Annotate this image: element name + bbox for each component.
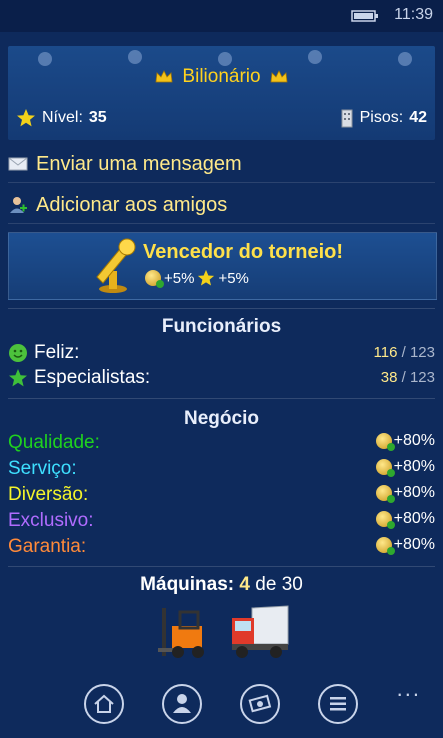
- machines-title: Máquinas: 4 de 30: [0, 574, 443, 596]
- machines-count: 4: [239, 574, 250, 595]
- rank-title-row: Bilionário: [8, 66, 435, 88]
- separator: /: [401, 369, 406, 386]
- send-message-label: Enviar uma mensagem: [36, 152, 242, 175]
- truck-icon[interactable]: [230, 604, 290, 662]
- business-row: Diversão: +80%: [8, 484, 435, 508]
- tournament-card: Vencedor do torneio! +5% +5%: [8, 232, 437, 300]
- list-icon: [330, 697, 346, 711]
- employees-specialists-label: Especialistas:: [34, 367, 151, 388]
- business-row: Qualidade: +80%: [8, 432, 435, 456]
- floors-row: Pisos: 42: [340, 108, 427, 128]
- level-label: Nível:: [42, 109, 83, 126]
- profile-button[interactable]: [162, 684, 202, 724]
- floors-value: 42: [409, 109, 427, 126]
- add-friend-label: Adicionar aos amigos: [36, 193, 228, 216]
- smiley-icon: [9, 344, 27, 362]
- separator: /: [401, 344, 406, 361]
- profile-icon: [173, 694, 191, 713]
- home-icon: [94, 694, 114, 713]
- business-value: +80%: [393, 536, 435, 553]
- envelope-icon: [8, 157, 28, 171]
- employees-specialists-value: 38: [380, 369, 398, 386]
- tournament-bonus: +5% +5%: [145, 269, 249, 288]
- coin-plus-icon: [375, 459, 395, 477]
- trophy-icon: [96, 238, 136, 293]
- machines-label: Máquinas:: [140, 574, 235, 595]
- coin-plus-icon: [375, 537, 395, 555]
- employees-happy-label: Feliz:: [34, 342, 80, 363]
- divider: [8, 566, 435, 567]
- status-time: 11:39: [394, 6, 433, 23]
- business-label: Qualidade:: [8, 432, 100, 453]
- business-label: Serviço:: [8, 458, 77, 479]
- green-star-icon: [9, 369, 27, 387]
- machines-of: de: [255, 574, 277, 595]
- tournament-star-bonus: +5%: [218, 269, 249, 287]
- business-row: Exclusivo: +80%: [8, 510, 435, 534]
- business-value: +80%: [393, 484, 435, 501]
- send-message-button[interactable]: Enviar uma mensagem: [8, 146, 435, 183]
- coin-plus-icon: [375, 485, 395, 503]
- level-value: 35: [88, 109, 107, 126]
- employees-happy-value: 116: [373, 344, 398, 361]
- home-button[interactable]: [84, 684, 124, 724]
- business-value: +80%: [393, 432, 435, 449]
- coin-plus-icon: [375, 433, 395, 451]
- employees-happy-total: 123: [409, 344, 435, 361]
- machines-total: 30: [281, 574, 303, 595]
- add-friend-button[interactable]: Adicionar aos amigos: [8, 187, 435, 224]
- more-menu-button[interactable]: ...: [397, 676, 421, 702]
- forklift-icon[interactable]: [156, 604, 212, 662]
- floors-label: Pisos:: [359, 109, 404, 126]
- business-label: Garantia:: [8, 536, 87, 557]
- employees-happy-row: Feliz: 116 / 123: [8, 342, 435, 366]
- rank-title: Bilionário: [182, 66, 261, 87]
- star-icon: [198, 269, 215, 286]
- status-bar: 11:39: [0, 0, 443, 32]
- divider: [8, 398, 435, 399]
- business-value: +80%: [393, 510, 435, 527]
- coin-plus-icon: [145, 270, 164, 288]
- business-label: Exclusivo:: [8, 510, 94, 531]
- employees-specialists-total: 123: [409, 369, 435, 386]
- battery-icon: [351, 10, 378, 22]
- bottom-app-bar: ...: [0, 676, 443, 738]
- add-friend-icon: [10, 197, 27, 213]
- divider: [8, 308, 435, 309]
- business-row: Serviço: +80%: [8, 458, 435, 482]
- business-label: Diversão:: [8, 484, 89, 505]
- building-icon: [341, 109, 353, 128]
- crown-icon: [270, 70, 288, 83]
- money-button[interactable]: [240, 684, 280, 724]
- employees-specialists-row: Especialistas: 38 / 123: [8, 367, 435, 391]
- money-icon: [248, 694, 272, 713]
- business-value: +80%: [393, 458, 435, 475]
- crown-icon: [155, 70, 173, 83]
- employees-title: Funcionários: [161, 316, 282, 337]
- tournament-title: Vencedor do torneio!: [143, 241, 344, 263]
- business-title: Negócio: [184, 408, 259, 429]
- star-icon: [17, 109, 35, 127]
- business-row: Garantia: +80%: [8, 536, 435, 560]
- coin-plus-icon: [375, 511, 395, 529]
- profile-card: Bilionário Nível: 35 Pisos: 42: [8, 46, 435, 140]
- tournament-coin-bonus: +5%: [164, 269, 195, 287]
- list-button[interactable]: [318, 684, 358, 724]
- level-row: Nível: 35: [16, 108, 107, 128]
